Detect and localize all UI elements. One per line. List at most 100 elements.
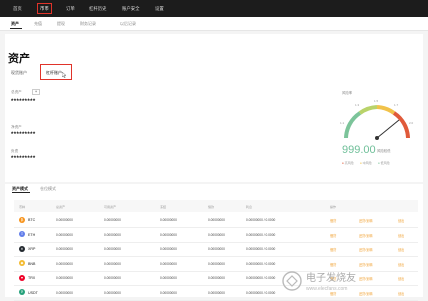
debt-label: 负债 (11, 149, 19, 153)
risk-status: 风险较低 (377, 149, 391, 153)
nav-margin-history[interactable]: 杠杆历史 (87, 4, 109, 13)
coin-name: XRP (28, 247, 36, 251)
subnav-withdraw[interactable]: 提现 (57, 21, 65, 27)
mode-active-underline (12, 192, 30, 193)
cell-total: 0.00000000 (56, 276, 73, 280)
borrow-button[interactable]: 借贷 (330, 218, 336, 223)
top-navbar: 首页 币币 订单 杠杆历史 账户安全 设置 (0, 0, 428, 17)
cell-frozen: 0.00000000 (160, 247, 177, 251)
nav-settings[interactable]: 设置 (153, 4, 166, 13)
cell-frozen: 0.00000000 (160, 290, 177, 295)
bnb-coin-icon: ◆ (19, 260, 25, 266)
cell-total: 0.00000000 (56, 218, 73, 222)
total-assets-label: 总资产 (11, 90, 22, 94)
coin-name: USDT (28, 290, 38, 295)
th-interest: 利息 (246, 205, 253, 209)
gauge-tick: 1.7 (394, 103, 399, 107)
gauge-tick: 1.1 (340, 121, 345, 125)
cursor-icon (62, 72, 67, 78)
total-assets-value: ********* (11, 99, 36, 105)
gauge-tick: 1.3 (355, 103, 360, 107)
cell-available: 0.00000000 (104, 247, 121, 251)
cell-total: 0.00000000 (56, 261, 73, 266)
cell-frozen: 0.00000000 (160, 276, 177, 280)
th-frozen: 冻结 (160, 205, 167, 209)
transfer-button[interactable]: 划出 (398, 262, 404, 267)
subnav-finance-records[interactable]: 财务记录 (80, 21, 96, 27)
table-header (14, 200, 418, 212)
th-actions: 操作 (330, 205, 337, 209)
gauge-tick: 2.0 (409, 121, 414, 125)
net-assets-value: ********* (11, 132, 36, 138)
repay-button[interactable]: 还贷/划转 (359, 218, 373, 223)
risk-gauge: 1.1 1.3 1.5 1.7 2.0 (340, 99, 414, 140)
coin-name: TRX (28, 276, 36, 280)
cell-interest: 0.00000000 / 0.0000 (246, 290, 276, 295)
watermark-logo: 电子发烧友 www.elecfans.com (282, 271, 356, 292)
subnav-assets[interactable]: 资产 (11, 21, 19, 27)
th-coin: 币种 (19, 205, 26, 209)
xrp-coin-icon: ✕ (19, 245, 25, 252)
cell-frozen: 0.00000000 (160, 218, 177, 222)
nav-trade[interactable]: 币币 (37, 3, 52, 14)
subnav-other-records[interactable]: 以后记录 (120, 21, 136, 27)
subnav-active-underline (10, 28, 22, 29)
cell-frozen: 0.00000000 (160, 232, 177, 237)
coin-name: ETH (28, 232, 36, 237)
transfer-button[interactable]: 划出 (398, 233, 404, 238)
cell-available: 0.00000000 (104, 276, 121, 280)
transfer-button[interactable]: 划出 (398, 218, 404, 223)
th-available: 可用资产 (104, 205, 117, 209)
page-title: 资产 (8, 53, 30, 65)
trx-coin-icon: ▼ (19, 274, 25, 281)
svg-text:电子发烧友: 电子发烧友 (306, 271, 356, 284)
th-total: 总资产 (56, 205, 66, 209)
cell-available: 0.00000000 (104, 261, 121, 266)
debt-value: ********* (11, 156, 36, 162)
cell-borrowed: 0.00000000 (208, 218, 225, 222)
nav-account-security[interactable]: 账户安全 (120, 4, 142, 13)
legend-mid: ● 中风险 (360, 161, 372, 165)
repay-button[interactable]: 还贷/划转 (359, 262, 373, 267)
nav-home[interactable]: 首页 (11, 4, 24, 13)
cell-available: 0.00000000 (104, 232, 121, 237)
toggle-visibility-button[interactable]: ◉ (32, 89, 40, 95)
coin-name: BNB (28, 261, 36, 266)
cell-interest: 0.00000000 / 0.0000 (246, 247, 276, 251)
risk-rate-label: 风险率 (342, 91, 353, 95)
cell-borrowed: 0.00000000 (208, 261, 225, 266)
cell-total: 0.00000000 (56, 290, 73, 295)
cell-borrowed: 0.00000000 (208, 290, 225, 295)
cell-interest: 0.00000000 / 0.0000 (246, 232, 276, 237)
transfer-button[interactable]: 划出 (398, 247, 404, 252)
svg-text:www.elecfans.com: www.elecfans.com (306, 286, 347, 292)
cell-borrowed: 0.00000000 (208, 247, 225, 251)
cell-available: 0.00000000 (104, 290, 121, 295)
legend-low: ● 低风险 (378, 161, 390, 165)
eth-coin-icon: Ξ (19, 231, 25, 237)
borrow-button[interactable]: 借贷 (330, 233, 336, 238)
cell-interest: 0.00000000 / 0.0000 (246, 218, 276, 222)
risk-value: 999.00 (342, 144, 376, 156)
net-assets-label: 净资产 (11, 125, 22, 129)
cell-borrowed: 0.00000000 (208, 232, 225, 237)
coin-name: BTC (28, 218, 36, 222)
repay-button[interactable]: 还贷/划转 (359, 247, 373, 252)
gauge-needle (376, 119, 400, 139)
cell-interest: 0.00000000 / 0.0000 (246, 276, 276, 280)
legend-high: ● 高风险 (342, 161, 354, 165)
borrow-button[interactable]: 借贷 (330, 247, 336, 252)
cell-total: 0.00000000 (56, 232, 73, 237)
cell-total: 0.00000000 (56, 247, 73, 251)
tab-margin-account[interactable]: 杠杆账户 (46, 70, 62, 76)
subnav-deposit[interactable]: 充值 (34, 21, 42, 27)
nav-orders[interactable]: 订单 (64, 4, 77, 13)
mode-position[interactable]: 仓位模式 (40, 186, 56, 192)
borrow-button[interactable]: 借贷 (330, 262, 336, 267)
usdt-coin-icon: ₮ (19, 289, 25, 295)
repay-button[interactable]: 还贷/划转 (359, 233, 373, 238)
cell-frozen: 0.00000000 (160, 261, 177, 266)
tab-spot-account[interactable]: 现货账户 (11, 70, 27, 76)
btc-coin-icon: ₿ (19, 216, 25, 223)
th-borrowed: 借款 (208, 205, 215, 209)
